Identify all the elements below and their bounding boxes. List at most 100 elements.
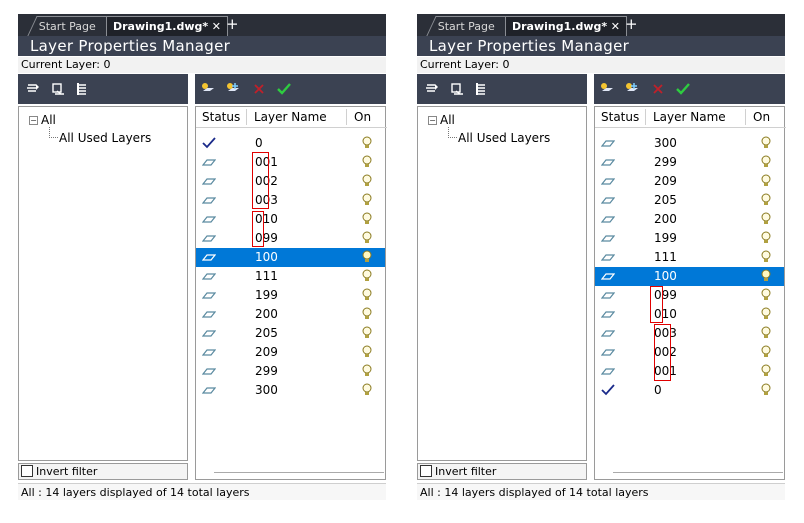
column-status[interactable]: Status	[202, 110, 240, 124]
layer-status-icon[interactable]	[201, 270, 217, 282]
layer-status-icon[interactable]	[600, 346, 616, 358]
checkbox-box[interactable]	[420, 465, 432, 477]
new-layer-icon[interactable]	[600, 82, 614, 96]
new-group-filter-icon[interactable]	[51, 82, 65, 96]
layer-row[interactable]: 199	[196, 286, 385, 305]
horizontal-scrollbar[interactable]	[613, 472, 783, 473]
lightbulb-on-icon[interactable]	[761, 364, 771, 378]
layer-row[interactable]: 200	[595, 210, 784, 229]
new-tab-button[interactable]: +	[226, 15, 239, 34]
lightbulb-on-icon[interactable]	[761, 288, 771, 302]
tree-node-all-used-layers[interactable]: All Used Layers	[458, 131, 550, 145]
layer-row[interactable]: 0	[196, 134, 385, 153]
layer-status-icon[interactable]	[201, 232, 217, 244]
lightbulb-on-icon[interactable]	[362, 136, 372, 150]
layer-status-icon[interactable]	[201, 251, 217, 263]
new-layer-vp-frozen-icon[interactable]	[226, 82, 240, 96]
layer-row[interactable]: 205	[595, 191, 784, 210]
tree-node-all-used-layers[interactable]: All Used Layers	[59, 131, 151, 145]
current-layer-check-icon[interactable]	[601, 384, 615, 396]
new-layer-vp-frozen-icon[interactable]	[625, 82, 639, 96]
tab-drawing1[interactable]: Drawing1.dwg* ✕	[106, 16, 228, 36]
lightbulb-on-icon[interactable]	[761, 345, 771, 359]
lightbulb-on-icon[interactable]	[761, 307, 771, 321]
layer-status-icon[interactable]	[201, 156, 217, 168]
layer-row[interactable]: 111	[595, 248, 784, 267]
layer-row[interactable]: 001	[595, 362, 784, 381]
column-layer-name[interactable]: Layer Name	[653, 110, 726, 124]
layer-row[interactable]: 100	[595, 267, 784, 286]
lightbulb-on-icon[interactable]	[761, 212, 771, 226]
lightbulb-on-icon[interactable]	[761, 155, 771, 169]
layer-row[interactable]: 002	[595, 343, 784, 362]
layer-row[interactable]: 010	[595, 305, 784, 324]
column-divider[interactable]	[745, 109, 746, 125]
layer-row[interactable]: 299	[595, 153, 784, 172]
close-tab-icon[interactable]: ✕	[212, 17, 221, 36]
lightbulb-on-icon[interactable]	[761, 136, 771, 150]
lightbulb-on-icon[interactable]	[761, 250, 771, 264]
tree-node-all[interactable]: − All	[428, 113, 455, 127]
new-property-filter-icon[interactable]	[425, 82, 439, 96]
layer-status-icon[interactable]	[201, 365, 217, 377]
column-divider[interactable]	[246, 109, 247, 125]
layer-status-icon[interactable]	[600, 156, 616, 168]
layer-row[interactable]: 205	[196, 324, 385, 343]
set-current-icon[interactable]	[277, 82, 291, 96]
lightbulb-on-icon[interactable]	[362, 212, 372, 226]
layer-status-icon[interactable]	[600, 213, 616, 225]
layer-row[interactable]: 002	[196, 172, 385, 191]
delete-layer-icon[interactable]	[252, 82, 266, 96]
column-layer-name[interactable]: Layer Name	[254, 110, 327, 124]
layer-row[interactable]: 003	[595, 324, 784, 343]
lightbulb-on-icon[interactable]	[761, 193, 771, 207]
layer-status-icon[interactable]	[201, 346, 217, 358]
column-status[interactable]: Status	[601, 110, 639, 124]
lightbulb-on-icon[interactable]	[362, 174, 372, 188]
layer-status-icon[interactable]	[201, 327, 217, 339]
lightbulb-on-icon[interactable]	[362, 250, 372, 264]
layer-row[interactable]: 299	[196, 362, 385, 381]
layer-status-icon[interactable]	[201, 175, 217, 187]
layer-row[interactable]: 300	[595, 134, 784, 153]
lightbulb-on-icon[interactable]	[362, 231, 372, 245]
layer-row[interactable]: 099	[196, 229, 385, 248]
layer-status-icon[interactable]	[600, 232, 616, 244]
layer-row[interactable]: 099	[595, 286, 784, 305]
lightbulb-on-icon[interactable]	[362, 193, 372, 207]
layer-status-icon[interactable]	[201, 194, 217, 206]
layer-row[interactable]: 209	[196, 343, 385, 362]
lightbulb-on-icon[interactable]	[761, 326, 771, 340]
new-group-filter-icon[interactable]	[450, 82, 464, 96]
layer-status-icon[interactable]	[201, 213, 217, 225]
lightbulb-on-icon[interactable]	[761, 231, 771, 245]
lightbulb-on-icon[interactable]	[362, 364, 372, 378]
layer-row[interactable]: 300	[196, 381, 385, 400]
layer-status-icon[interactable]	[600, 289, 616, 301]
lightbulb-on-icon[interactable]	[362, 326, 372, 340]
horizontal-scrollbar[interactable]	[214, 472, 384, 473]
layer-status-icon[interactable]	[600, 137, 616, 149]
invert-filter-checkbox[interactable]: Invert filter	[417, 463, 587, 480]
collapse-icon[interactable]: −	[29, 116, 38, 125]
new-property-filter-icon[interactable]	[26, 82, 40, 96]
lightbulb-on-icon[interactable]	[761, 269, 771, 283]
layer-row[interactable]: 0	[595, 381, 784, 400]
lightbulb-on-icon[interactable]	[362, 288, 372, 302]
delete-layer-icon[interactable]	[651, 82, 665, 96]
layer-status-icon[interactable]	[600, 175, 616, 187]
layer-status-icon[interactable]	[600, 251, 616, 263]
layer-status-icon[interactable]	[201, 289, 217, 301]
lightbulb-on-icon[interactable]	[362, 383, 372, 397]
new-tab-button[interactable]: +	[625, 15, 638, 34]
layer-row[interactable]: 010	[196, 210, 385, 229]
lightbulb-on-icon[interactable]	[362, 155, 372, 169]
tab-drawing1[interactable]: Drawing1.dwg* ✕	[505, 16, 627, 36]
layer-status-icon[interactable]	[600, 270, 616, 282]
layer-status-icon[interactable]	[600, 194, 616, 206]
new-layer-icon[interactable]	[201, 82, 215, 96]
invert-filter-checkbox[interactable]: Invert filter	[18, 463, 188, 480]
lightbulb-on-icon[interactable]	[761, 174, 771, 188]
layer-row[interactable]: 111	[196, 267, 385, 286]
set-current-icon[interactable]	[676, 82, 690, 96]
